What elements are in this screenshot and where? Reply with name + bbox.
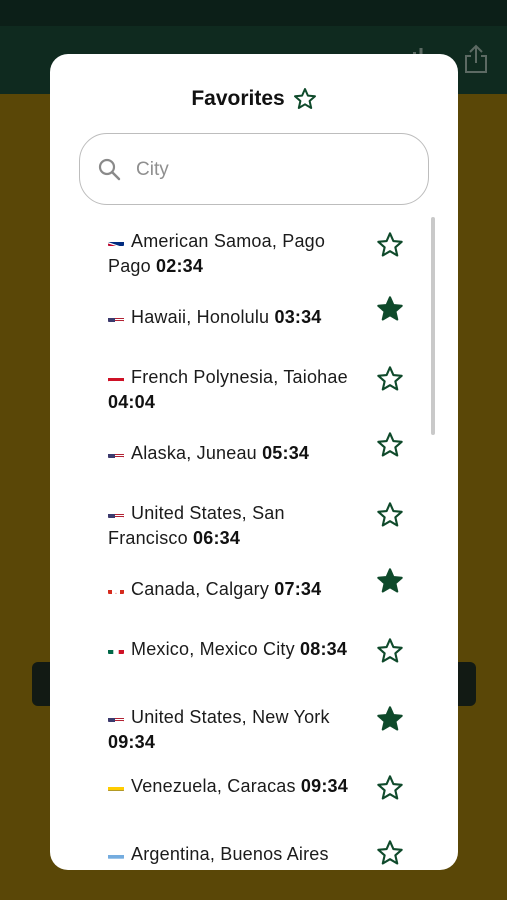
local-time: 05:34: [262, 443, 310, 463]
flag-icon: [108, 311, 124, 322]
local-time: 08:34: [300, 639, 348, 659]
list-scrollbar[interactable]: [431, 217, 435, 435]
star-filled-icon[interactable]: [376, 295, 404, 323]
favorite-row-text: Argentina, Buenos Aires: [108, 842, 348, 867]
city-name: Venezuela, Caracas: [131, 776, 296, 796]
favorite-row-text: United States, New York 09:34: [108, 705, 348, 755]
favorite-row-text: Alaska, Juneau 05:34: [108, 441, 348, 466]
share-icon: [465, 44, 487, 73]
star-outline-icon[interactable]: [376, 365, 404, 393]
star-outline-icon[interactable]: [376, 774, 404, 802]
city-name: Mexico, Mexico City: [131, 639, 295, 659]
city-name: Canada, Calgary: [131, 579, 270, 599]
search-icon: [98, 158, 121, 181]
star-outline-icon[interactable]: [376, 637, 404, 665]
city-name: French Polynesia, Taiohae: [131, 367, 348, 387]
local-time: 02:34: [156, 256, 204, 276]
star-outline-icon[interactable]: [376, 839, 404, 867]
flag-icon: [108, 780, 124, 791]
favorite-row-text: Canada, Calgary 07:34: [108, 577, 348, 602]
modal-title: Favorites: [191, 87, 285, 110]
flag-icon: [108, 711, 124, 722]
favorite-row-text: Hawaii, Honolulu 03:34: [108, 305, 348, 330]
city-search-input[interactable]: [136, 154, 406, 186]
favorites-modal: Favorites American Samoa, Pago Pago 02:3…: [50, 54, 458, 870]
favorites-list[interactable]: American Samoa, Pago Pago 02:34 Hawaii, H…: [50, 219, 458, 870]
star-outline-icon: [293, 88, 316, 109]
star-outline-icon[interactable]: [376, 231, 404, 259]
favorite-row-text: Mexico, Mexico City 08:34: [108, 637, 348, 662]
city-name: Hawaii, Honolulu: [131, 307, 270, 327]
flag-icon: [108, 643, 124, 654]
city-name: Argentina, Buenos Aires: [131, 844, 329, 864]
status-bar: [0, 0, 507, 26]
flag-icon: [108, 371, 124, 382]
flag-icon: [108, 583, 124, 594]
star-filled-icon[interactable]: [376, 705, 404, 733]
flag-icon: [108, 447, 124, 458]
star-outline-icon[interactable]: [376, 431, 404, 459]
favorite-row-text: French Polynesia, Taiohae 04:04: [108, 365, 348, 415]
search-field[interactable]: [79, 133, 429, 205]
local-time: 09:34: [108, 732, 156, 752]
local-time: 04:04: [108, 392, 156, 412]
star-filled-icon[interactable]: [376, 567, 404, 595]
local-time: 03:34: [274, 307, 322, 327]
local-time: 07:34: [274, 579, 322, 599]
local-time: 09:34: [300, 776, 348, 796]
city-name: American Samoa, Pago Pago: [108, 231, 326, 276]
modal-header: Favorites: [50, 84, 458, 114]
star-outline-icon[interactable]: [376, 501, 404, 529]
city-name: United States, New York: [131, 707, 330, 727]
favorite-row-text: Venezuela, Caracas 09:34: [108, 774, 348, 799]
flag-icon: [108, 848, 124, 859]
favorite-row-text: American Samoa, Pago Pago 02:34: [108, 229, 348, 279]
favorite-row-text: United States, San Francisco 06:34: [108, 501, 348, 551]
flag-icon: [108, 235, 124, 246]
flag-icon: [108, 507, 124, 518]
local-time: 06:34: [193, 528, 241, 548]
city-name: Alaska, Juneau: [131, 443, 257, 463]
